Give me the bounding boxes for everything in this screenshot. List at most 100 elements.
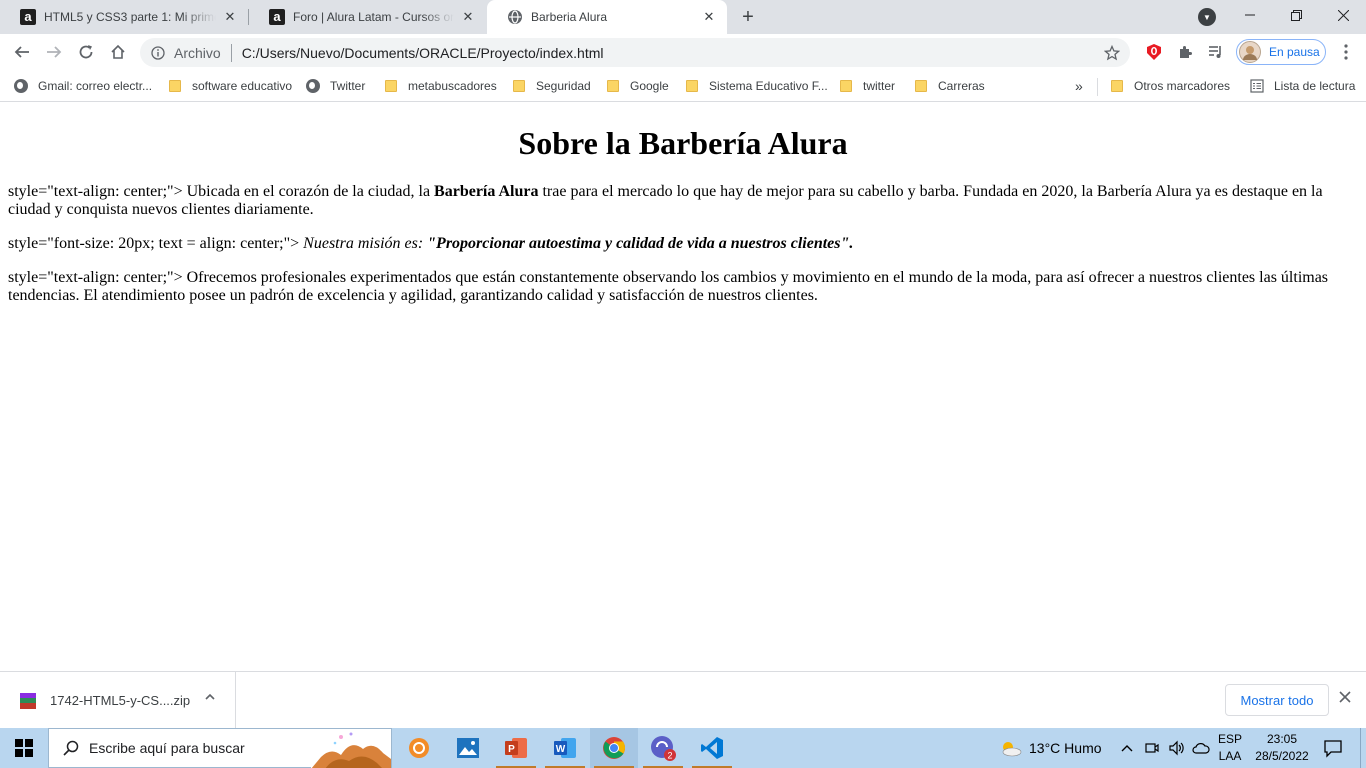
bookmark-google[interactable]: Google: [606, 76, 669, 96]
bookmark-label: Carreras: [938, 79, 985, 93]
photos-icon: [457, 738, 479, 758]
folder-icon: [168, 79, 182, 93]
taskbar-app-powerpoint[interactable]: P: [492, 728, 540, 768]
download-shelf: 1742-HTML5-y-CS....zip Mostrar todo: [0, 671, 1366, 729]
search-icon: [63, 740, 79, 756]
taskbar-app-chat[interactable]: 2: [639, 728, 687, 768]
media-control-icon[interactable]: [1202, 38, 1230, 66]
close-tab-icon[interactable]: ✕: [222, 9, 238, 25]
bookmark-gmail[interactable]: Gmail: correo electr...: [14, 76, 152, 96]
taskbar-app-chrome[interactable]: [590, 728, 638, 768]
bookmarks-overflow-button[interactable]: »: [1075, 76, 1083, 96]
tab-title: Barberia Alura: [531, 10, 608, 24]
mission-statement: "Proporcionar autoestima y calidad de vi…: [427, 235, 854, 252]
clock-time: 23:05: [1266, 732, 1298, 746]
bookmark-label: Twitter: [330, 79, 366, 93]
new-tab-button[interactable]: +: [737, 6, 759, 28]
show-all-downloads-button[interactable]: Mostrar todo: [1225, 684, 1329, 716]
download-item[interactable]: 1742-HTML5-y-CS....zip: [0, 672, 236, 729]
bookmark-software-educativo[interactable]: software educativo: [168, 76, 292, 96]
forward-arrow-icon: [47, 46, 62, 58]
globe-icon: [14, 79, 28, 93]
close-window-button[interactable]: [1320, 0, 1366, 30]
chrome-menu-icon[interactable]: [1332, 38, 1360, 66]
reload-icon: [79, 45, 93, 59]
opera-extension-icon[interactable]: [1140, 38, 1168, 66]
chevron-up-icon[interactable]: [204, 691, 216, 706]
bookmark-label: metabuscadores: [408, 79, 497, 93]
folder-icon: [914, 79, 928, 93]
other-bookmarks[interactable]: Otros marcadores: [1110, 76, 1230, 96]
system-clock[interactable]: 23:05 28/5/2022: [1244, 731, 1320, 765]
back-button[interactable]: [8, 38, 36, 66]
omnibox-divider: [230, 43, 232, 62]
tab-foro-alura[interactable]: a Foro | Alura Latam - Cursos online de …: [249, 0, 486, 34]
info-icon[interactable]: [150, 45, 166, 61]
reading-list[interactable]: Lista de lectura: [1250, 76, 1355, 96]
mission-label: Nuestra misión es:: [303, 235, 428, 252]
taskbar-app-orange[interactable]: [395, 728, 443, 768]
bookmarks-divider: [1097, 78, 1098, 96]
windows-taskbar: Escribe aquí para buscar P W 2 13°C Humo: [0, 728, 1366, 768]
forward-button[interactable]: [40, 38, 68, 66]
search-placeholder: Escribe aquí para buscar: [89, 740, 245, 756]
show-desktop-button[interactable]: [1360, 728, 1366, 768]
meet-now-icon[interactable]: [1144, 728, 1160, 768]
tab-title: Foro | Alura Latam - Cursos online de te…: [293, 10, 454, 24]
bookmark-twitter-folder[interactable]: twitter: [839, 76, 895, 96]
show-hidden-icons[interactable]: [1120, 728, 1134, 768]
reload-button[interactable]: [72, 38, 100, 66]
taskbar-app-vscode[interactable]: [688, 728, 736, 768]
taskbar-app-word[interactable]: W: [541, 728, 589, 768]
onedrive-cloud-icon[interactable]: [1192, 728, 1210, 768]
folder-icon: [685, 79, 699, 93]
bookmark-sistema-educativo[interactable]: Sistema Educativo F...: [685, 76, 828, 96]
bookmark-twitter[interactable]: Twitter: [306, 76, 365, 96]
scheme-label: Archivo: [174, 44, 221, 61]
url-text[interactable]: C:/Users/Nuevo/Documents/ORACLE/Proyecto…: [242, 45, 1098, 61]
restore-button[interactable]: [1273, 0, 1319, 30]
search-highlight-art: [311, 729, 391, 768]
page-heading: Sobre la Barbería Alura: [518, 125, 848, 161]
notification-center-icon[interactable]: [1322, 737, 1344, 759]
start-button[interactable]: [0, 728, 48, 768]
close-tab-icon[interactable]: ✕: [701, 9, 717, 25]
reading-list-icon: [1250, 79, 1264, 93]
keyboard-layout: LAA: [1218, 749, 1242, 763]
folder-icon: [512, 79, 526, 93]
extensions-puzzle-icon[interactable]: [1171, 38, 1199, 66]
tab-html5-css3[interactable]: a HTML5 y CSS3 parte 1: Mi primer sitio …: [0, 0, 248, 34]
clock-date: 28/5/2022: [1255, 749, 1309, 763]
tab-search-icon[interactable]: ▼: [1198, 8, 1216, 26]
address-bar[interactable]: Archivo C:/Users/Nuevo/Documents/ORACLE/…: [140, 38, 1130, 67]
vscode-icon: [701, 737, 723, 759]
minimize-button[interactable]: [1227, 0, 1273, 30]
windows-logo-icon: [15, 739, 33, 757]
bookmark-star-icon[interactable]: [1098, 44, 1126, 61]
taskbar-app-photos[interactable]: [444, 728, 492, 768]
alura-icon: a: [269, 9, 285, 25]
tab-barberia-alura[interactable]: Barberia Alura ✕: [487, 0, 727, 34]
bookmark-metabuscadores[interactable]: metabuscadores: [384, 76, 497, 96]
bookmark-label: Gmail: correo electr...: [38, 79, 153, 93]
other-bookmarks-label: Otros marcadores: [1134, 79, 1231, 93]
orange-app-icon: [409, 738, 429, 758]
bold-brand: Barbería Alura: [434, 183, 539, 200]
taskbar-search-box[interactable]: Escribe aquí para buscar: [48, 728, 392, 768]
home-icon: [111, 44, 125, 59]
back-arrow-icon: [14, 46, 29, 58]
globe-icon: [306, 79, 320, 93]
profile-chip[interactable]: En pausa: [1236, 39, 1326, 65]
bookmark-label: twitter: [863, 79, 896, 93]
bookmark-carreras[interactable]: Carreras: [914, 76, 985, 96]
input-language[interactable]: ESP LAA: [1214, 731, 1246, 765]
volume-icon[interactable]: [1168, 728, 1186, 768]
home-button[interactable]: [104, 38, 132, 66]
weather-sun-cloud-icon: [1002, 742, 1022, 757]
close-shelf-icon[interactable]: [1339, 690, 1351, 708]
chat-badge-count: 2: [667, 751, 672, 761]
word-icon: W: [554, 738, 576, 758]
bookmark-seguridad[interactable]: Seguridad: [512, 76, 591, 96]
close-tab-icon[interactable]: ✕: [460, 9, 476, 25]
weather-widget[interactable]: 13°C Humo: [998, 728, 1102, 768]
